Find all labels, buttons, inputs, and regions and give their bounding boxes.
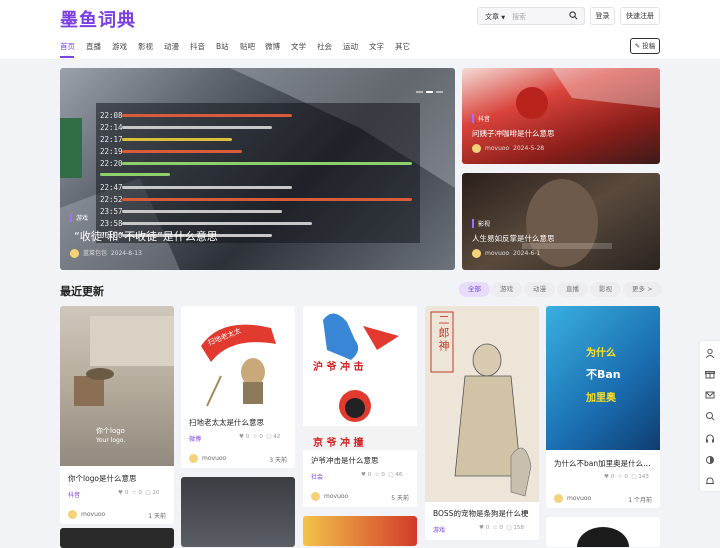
search-input[interactable]: 搜索 <box>512 12 526 22</box>
nav-item-games[interactable]: 游戏 <box>112 41 127 52</box>
grid-card[interactable]: 为什么 不Ban 加里奥 为什么不ban加里奥是什么… ♥ 0 ☆ 0 ▢ 14… <box>546 306 660 508</box>
avatar[interactable] <box>189 454 198 463</box>
top-header: 墨鱼词典 文章 ▼ 搜索 登录 快速注册 首页 直播 游戏 影视 动漫 抖音 B… <box>0 0 720 60</box>
site-logo[interactable]: 墨鱼词典 <box>60 6 136 32</box>
hero-card[interactable]: 22:08 22:14 22:17 22:19 22:20 22:47 22:5… <box>60 68 455 270</box>
post-button[interactable]: ✎ 投稿 <box>630 38 660 54</box>
nav-item-text[interactable]: 文字 <box>369 41 384 52</box>
grid-card[interactable] <box>303 516 417 546</box>
mail-icon[interactable] <box>705 390 715 400</box>
grid-card[interactable]: 沪 爷 冲 击 京 爷 冲 撞 沪爷冲击是什么意思 社会 ♥ 0 ☆ 0 ▢ 4… <box>303 306 417 507</box>
carousel-dots[interactable] <box>413 78 443 97</box>
filter-chip-all[interactable]: 全部 <box>459 282 490 297</box>
login-button[interactable]: 登录 <box>590 7 615 25</box>
filter-chip-live[interactable]: 直播 <box>557 282 588 297</box>
filter-chip-anime[interactable]: 动漫 <box>524 282 555 297</box>
floating-toolbar <box>700 341 720 491</box>
nav-item-tieba[interactable]: 贴吧 <box>240 41 255 52</box>
grid-card[interactable]: 你个logo Your logo. 你个logo是什么意思 抖音 ♥ 0 ☆ 0… <box>60 306 174 524</box>
theme-toggle-icon[interactable] <box>705 455 715 465</box>
avatar[interactable] <box>554 494 563 503</box>
user-icon[interactable] <box>705 348 715 358</box>
nav-item-home[interactable]: 首页 <box>60 41 75 52</box>
edit-icon: ✎ <box>634 42 641 50</box>
chevron-down-icon: ▼ <box>501 15 506 21</box>
nav-item-weibo[interactable]: 微博 <box>265 41 280 52</box>
grid-card[interactable] <box>60 528 174 548</box>
side-card-1[interactable]: 抖音 问姨子冲咖啡是什么意思 movuoo 2024-5-28 <box>462 68 660 164</box>
grid-card-image: 为什么 不Ban 加里奥 <box>546 306 660 450</box>
hero-category-tag[interactable]: 游戏 <box>70 213 88 222</box>
grid-card-image: 沪 爷 冲 击 京 爷 冲 撞 <box>303 306 417 450</box>
nav-item-other[interactable]: 其它 <box>395 41 410 52</box>
avatar[interactable] <box>70 249 79 258</box>
grid-card-image: 你个logo Your logo. <box>60 306 174 466</box>
grid-card[interactable]: 扫地老太太 扫地老太太是什么意思 微博 ♥ 0 ☆ 0 ▢ 42 movuoo … <box>181 306 295 468</box>
register-button[interactable]: 快速注册 <box>620 7 660 25</box>
filter-chip-film[interactable]: 影视 <box>590 282 621 297</box>
grid-card[interactable] <box>546 517 660 547</box>
avatar[interactable] <box>68 510 77 519</box>
grid-card-image: 扫地老太太 <box>181 306 295 410</box>
nav-active-indicator <box>60 56 74 58</box>
side-card-2[interactable]: 影视 人生易如反掌是什么意思 movuoo 2024-6-1 <box>462 173 660 270</box>
nav-item-literature[interactable]: 文学 <box>291 41 306 52</box>
search-box[interactable]: 文章 ▼ 搜索 <box>477 7 585 25</box>
chat-log: 22:08 22:14 22:17 22:19 22:20 22:47 22:5… <box>96 103 420 243</box>
grid-card[interactable]: 二郎神 BOSS的宠物是条狗是什么梗 游戏 ♥ 0 ☆ 0 ▢ 158 <box>425 306 539 540</box>
filter-chip-games[interactable]: 游戏 <box>491 282 522 297</box>
nav-item-sports[interactable]: 运动 <box>343 41 358 52</box>
grid-card[interactable] <box>181 477 295 547</box>
search-icon[interactable] <box>569 11 578 20</box>
avatar[interactable] <box>311 492 320 501</box>
avatar[interactable] <box>472 249 481 258</box>
nav-item-anime[interactable]: 动漫 <box>164 41 179 52</box>
bell-icon[interactable] <box>705 476 715 486</box>
avatar[interactable] <box>472 144 481 153</box>
hero-meta: 蓝菜包包 2024-8-13 <box>70 248 142 258</box>
search-icon[interactable] <box>705 411 715 421</box>
gift-icon[interactable] <box>705 369 715 379</box>
nav-item-bilibili[interactable]: B站 <box>216 41 229 52</box>
section-title: 最近更新 <box>60 285 104 298</box>
grid-card-image: 二郎神 <box>425 306 539 502</box>
nav-item-douyin[interactable]: 抖音 <box>190 41 205 52</box>
hero-title[interactable]: “收徒”和“不收徒”是什么意思 <box>74 228 218 244</box>
nav-item-film[interactable]: 影视 <box>138 41 153 52</box>
filter-chip-more[interactable]: 更多 > <box>623 282 662 297</box>
nav-item-society[interactable]: 社会 <box>317 41 332 52</box>
headset-icon[interactable] <box>705 434 715 444</box>
search-type-select[interactable]: 文章 ▼ <box>485 12 505 22</box>
nav-item-live[interactable]: 直播 <box>86 41 101 52</box>
